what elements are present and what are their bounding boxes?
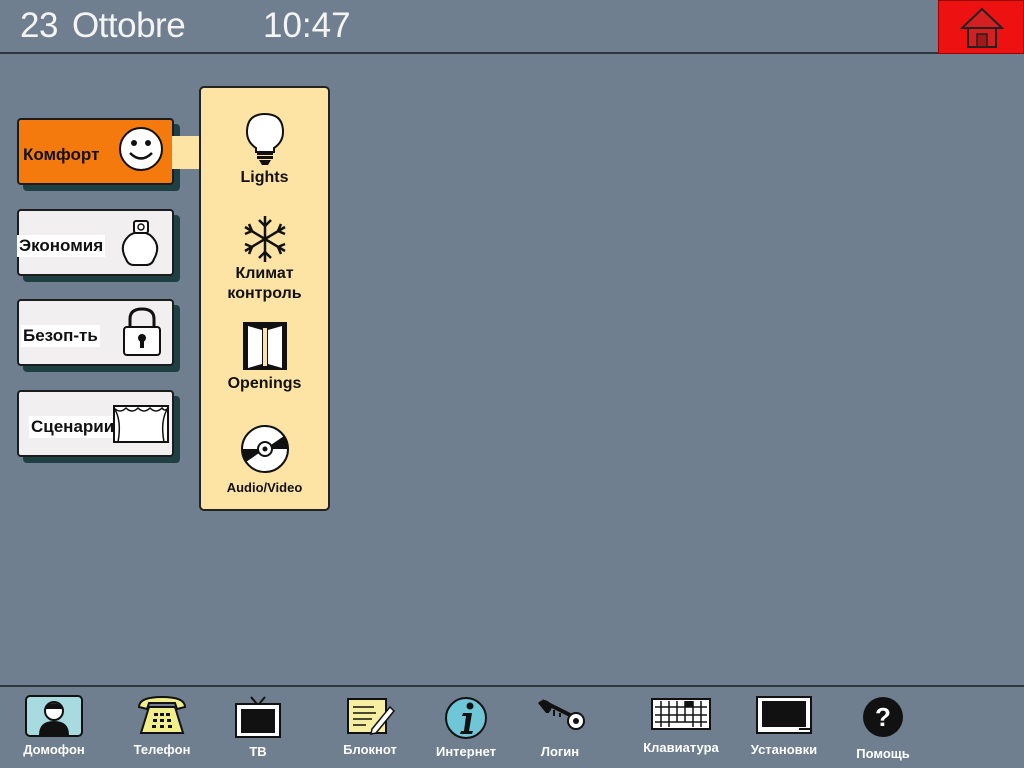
padlock-icon	[123, 307, 161, 356]
date-day: 23	[20, 6, 58, 45]
monitor-settings-icon	[756, 696, 812, 734]
submenu-climate[interactable]: Климат контроль	[201, 214, 328, 304]
dock-notepad[interactable]: Блокнот	[334, 695, 406, 757]
submenu-climate-label-line2: контроль	[227, 285, 302, 302]
dock-tv-label: ТВ	[249, 744, 267, 759]
submenu-climate-label-line1: Климат	[235, 265, 294, 282]
dock-settings[interactable]: Установки	[744, 695, 824, 757]
keyboard-icon	[651, 698, 711, 730]
date-month: Ottobre	[71, 6, 186, 45]
mode-security-label: Безоп-ть	[21, 325, 100, 347]
door-icon	[242, 322, 287, 370]
submenu-openings[interactable]: Openings	[201, 320, 328, 394]
piggy-bank-icon	[121, 220, 159, 266]
intercom-person-icon	[25, 695, 83, 737]
bottom-dock: Домофон Телефон ТВ Блокнот Интернет Логи…	[0, 685, 1024, 768]
home-icon	[960, 7, 1004, 48]
dock-intercom[interactable]: Домофон	[18, 695, 90, 757]
mode-economy-button[interactable]: Экономия	[17, 209, 174, 276]
submenu-audio-video-label: Audio/Video	[226, 480, 303, 495]
date-display: 23 Ottobre	[20, 6, 199, 46]
svg-text:?: ?	[875, 702, 891, 732]
dock-intercom-label: Домофон	[23, 742, 85, 757]
notepad-icon	[347, 698, 396, 735]
dock-login-label: Логин	[540, 744, 580, 759]
dock-tv[interactable]: ТВ	[230, 695, 286, 759]
mode-security-button[interactable]: Безоп-ть	[17, 299, 174, 366]
dock-help[interactable]: ? Помощь	[848, 695, 918, 761]
theater-stage-icon	[113, 405, 169, 443]
submenu-openings-label: Openings	[227, 375, 302, 392]
mode-comfort-button[interactable]: Комфорт	[17, 118, 174, 185]
telephone-icon	[137, 695, 187, 734]
submenu-lights-label: Lights	[240, 169, 289, 186]
dock-keyboard[interactable]: Клавиатура	[636, 695, 726, 755]
dock-notepad-label: Блокнот	[343, 742, 397, 757]
dock-phone-label: Телефон	[133, 742, 191, 757]
snowflake-icon	[243, 216, 286, 262]
smiley-icon	[119, 127, 163, 171]
mode-comfort-label: Комфорт	[23, 145, 100, 164]
light-bulb-icon	[245, 112, 284, 165]
dock-keyboard-label: Клавиатура	[643, 740, 719, 755]
mode-scenarios-button[interactable]: Сценарии	[17, 390, 174, 457]
submenu-audio-video[interactable]: Audio/Video	[201, 424, 328, 498]
dock-phone[interactable]: Телефон	[126, 695, 198, 757]
home-button[interactable]	[938, 0, 1024, 54]
cd-disc-icon	[240, 425, 289, 473]
dock-internet-label: Интернет	[435, 744, 496, 759]
mode-economy-label: Экономия	[17, 235, 106, 257]
dock-settings-label: Установки	[750, 742, 818, 757]
top-bar: 23 Ottobre 10:47	[0, 0, 1024, 54]
internet-icon	[445, 697, 487, 739]
time-display: 10:47	[263, 6, 351, 45]
dock-login[interactable]: Логин	[530, 695, 590, 759]
comfort-submenu-panel: Lights Климат контроль Openings Audio/Vi…	[199, 86, 330, 511]
submenu-lights[interactable]: Lights	[201, 112, 328, 188]
help-icon: ?	[863, 697, 903, 737]
tv-icon	[235, 696, 281, 738]
dock-internet[interactable]: Интернет	[428, 695, 504, 759]
dock-help-label: Помощь	[856, 746, 910, 761]
key-icon	[538, 699, 585, 730]
mode-scenarios-label: Сценарии	[29, 416, 117, 438]
